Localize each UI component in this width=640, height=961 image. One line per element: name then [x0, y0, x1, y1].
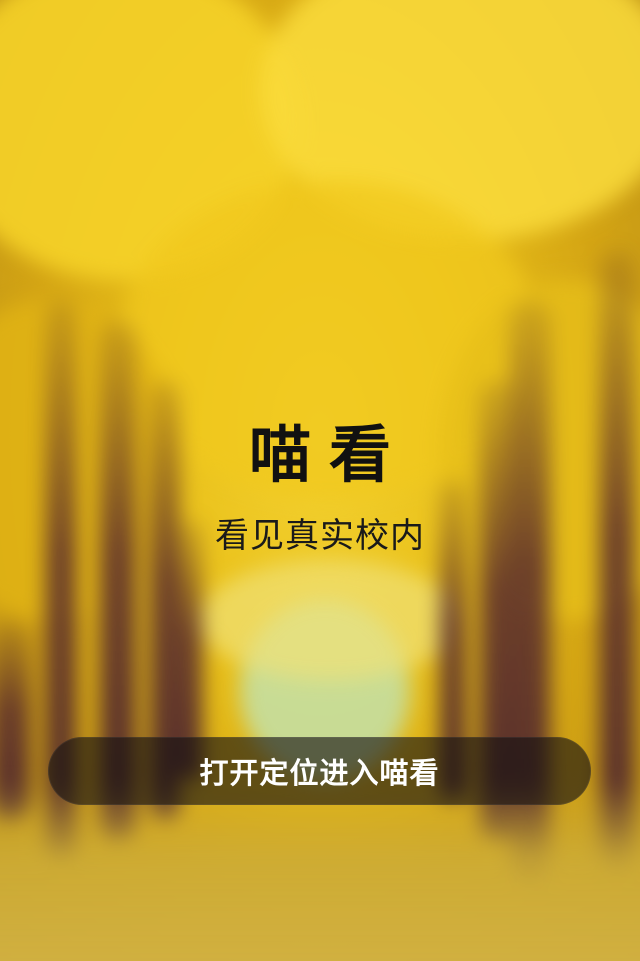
app-tagline: 看见真实校内 — [215, 516, 425, 556]
enable-location-label: 打开定位进入喵看 — [199, 756, 440, 790]
splash-screen: 喵看 看见真实校内 打开定位进入喵看 — [0, 0, 640, 961]
app-title: 喵看 — [248, 418, 409, 491]
enable-location-button[interactable]: 打开定位进入喵看 — [48, 737, 591, 805]
